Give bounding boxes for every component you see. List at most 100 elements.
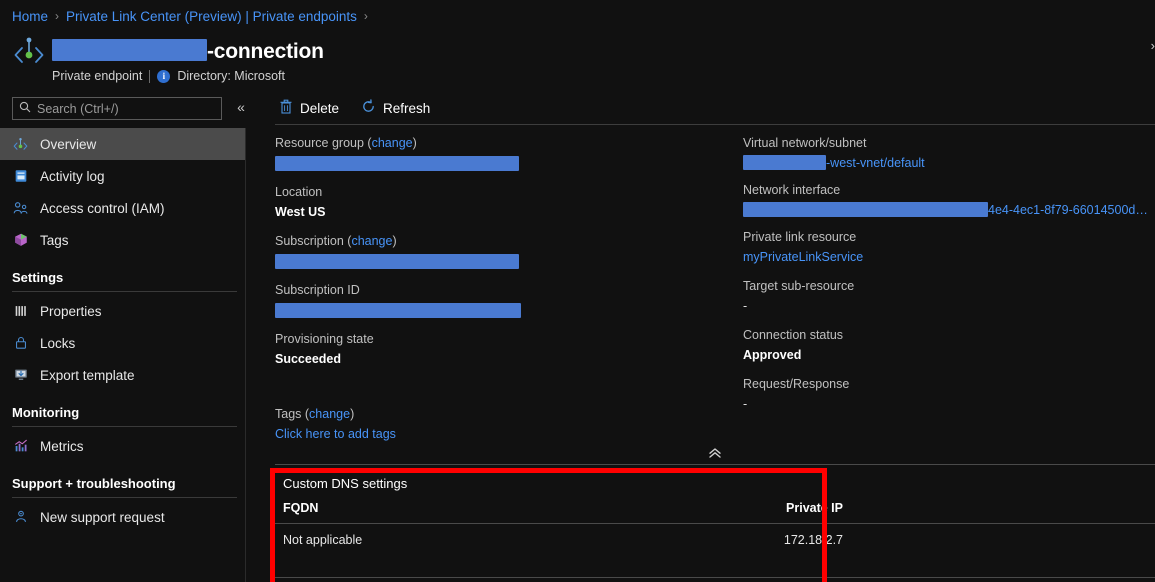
collapse-sidebar-button[interactable]: « [232, 99, 250, 115]
property-subscription-id: Subscription ID [275, 282, 743, 319]
property-label: Network interface [743, 183, 841, 197]
property-network-interface: Network interface 4e4-4ec1-8f79-66014500… [743, 182, 1155, 217]
search-icon [19, 100, 31, 118]
azure-portal-blade: Home › Private Link Center (Preview) | P… [0, 0, 1155, 582]
divider [12, 497, 237, 498]
property-value [275, 252, 743, 270]
sidebar-item-access-control[interactable]: Access control (IAM) [0, 192, 245, 224]
property-provisioning-state: Provisioning state Succeeded [275, 331, 743, 368]
breadcrumb-item-private-link-center[interactable]: Private Link Center (Preview) | Private … [66, 8, 357, 25]
chevron-right-icon: › [363, 9, 368, 23]
search-input[interactable] [37, 101, 215, 116]
sidebar-item-activity-log[interactable]: Activity log [0, 160, 245, 192]
essentials-left-column: Resource group (change) Location West US… [275, 135, 743, 425]
redacted-value [275, 254, 519, 270]
tags-label: Tags [275, 407, 302, 421]
support-request-icon [12, 509, 29, 526]
directory-label: Directory: Microsoft [177, 69, 285, 83]
property-label: Connection status [743, 328, 844, 342]
property-location: Location West US [275, 184, 743, 221]
info-icon: i [157, 69, 171, 83]
property-label: Target sub-resource [743, 279, 855, 293]
tags-section: Tags (change) Click here to add tags [275, 407, 396, 443]
change-resource-group-link[interactable]: change [372, 136, 413, 150]
property-request-response: Request/Response - [743, 376, 1155, 413]
property-label: Request/Response [743, 377, 850, 391]
property-value[interactable]: -west-vnet/default [743, 155, 1155, 170]
properties-icon [12, 303, 29, 320]
chevron-right-icon[interactable]: › [1151, 38, 1155, 53]
sidebar-item-label: Activity log [40, 168, 105, 184]
property-label: Resource group [275, 136, 364, 150]
property-value: - [743, 299, 748, 313]
property-connection-status: Connection status Approved [743, 327, 1155, 364]
lock-icon [12, 335, 29, 352]
private-link-resource-link[interactable]: myPrivateLinkService [743, 248, 1155, 266]
vnet-link-suffix[interactable]: -west-vnet/default [826, 156, 925, 170]
change-tags-link[interactable]: change [309, 407, 350, 421]
collapse-essentials-button[interactable] [275, 446, 1155, 462]
page-title-block: -connection Private endpoint i Directory… [12, 34, 324, 83]
tags-icon [12, 232, 29, 249]
sidebar-item-label: Properties [40, 303, 102, 319]
trash-icon [279, 99, 293, 117]
sidebar-item-locks[interactable]: Locks [0, 327, 245, 359]
delete-button[interactable]: Delete [277, 97, 341, 119]
property-value[interactable]: 4e4-4ec1-8f79-66014500d… [743, 202, 1155, 217]
sidebar-item-label: Overview [40, 136, 97, 152]
property-label: Location [275, 185, 323, 199]
cell-fqdn: Not applicable [283, 533, 363, 547]
redacted-value [275, 303, 521, 319]
sidebar-item-label: New support request [40, 509, 165, 525]
sidebar-item-properties[interactable]: Properties [0, 295, 245, 327]
refresh-button[interactable]: Refresh [359, 97, 432, 119]
breadcrumb: Home › Private Link Center (Preview) | P… [12, 8, 368, 25]
property-target-sub-resource: Target sub-resource - [743, 278, 1155, 315]
overview-content: Resource group (change) Location West US… [247, 124, 1155, 582]
breadcrumb-item-home[interactable]: Home [12, 8, 48, 25]
custom-dns-settings-panel: Custom DNS settings FQDN Private IP Not … [275, 470, 1155, 556]
custom-dns-settings-title: Custom DNS settings [283, 476, 408, 491]
redacted-value [743, 155, 826, 170]
sidebar-item-label: Metrics [40, 438, 84, 454]
delete-button-label: Delete [300, 100, 340, 116]
property-value: - [743, 397, 748, 411]
activity-log-icon [12, 168, 29, 185]
sidebar-item-label: Locks [40, 335, 76, 351]
change-subscription-link[interactable]: change [351, 234, 392, 248]
column-header-fqdn: FQDN [283, 501, 319, 515]
property-value [275, 154, 743, 172]
sidebar-item-export-template[interactable]: Export template [0, 359, 245, 391]
property-label: Provisioning state [275, 332, 374, 346]
sidebar-item-overview[interactable]: Overview [0, 128, 245, 160]
refresh-icon [361, 99, 376, 117]
cell-private-ip: 172.18.2.7 [783, 533, 843, 547]
divider [149, 69, 151, 83]
sidebar-item-tags[interactable]: Tags [0, 224, 245, 256]
nic-link-suffix[interactable]: 4e4-4ec1-8f79-66014500d… [988, 203, 1148, 217]
search-box[interactable] [12, 97, 222, 120]
sidebar-item-metrics[interactable]: Metrics [0, 430, 245, 462]
sidebar-item-label: Access control (IAM) [40, 200, 165, 216]
divider [275, 577, 1155, 578]
resource-type-label: Private endpoint [52, 69, 143, 83]
redacted-value [743, 202, 988, 217]
refresh-button-label: Refresh [383, 100, 431, 116]
metrics-icon [12, 438, 29, 455]
sidebar-group-support: Support + troubleshooting [12, 476, 176, 491]
add-tags-link[interactable]: Click here to add tags [275, 425, 396, 443]
property-value [275, 301, 743, 319]
property-virtual-network-subnet: Virtual network/subnet -west-vnet/defaul… [743, 135, 1155, 170]
table-row[interactable]: Not applicable 172.18.2.7 [275, 523, 1155, 556]
status-badge: Approved [743, 348, 802, 362]
property-value: West US [275, 205, 326, 219]
export-template-icon [12, 367, 29, 384]
private-endpoint-icon [12, 34, 46, 74]
property-label: Private link resource [743, 230, 857, 244]
sidebar-item-new-support-request[interactable]: New support request [0, 501, 245, 533]
redacted-value [275, 156, 519, 172]
property-subscription: Subscription (change) [275, 233, 743, 270]
property-label: Subscription ID [275, 283, 360, 297]
property-label: Virtual network/subnet [743, 136, 867, 150]
essentials-panel: Resource group (change) Location West US… [275, 135, 1155, 425]
